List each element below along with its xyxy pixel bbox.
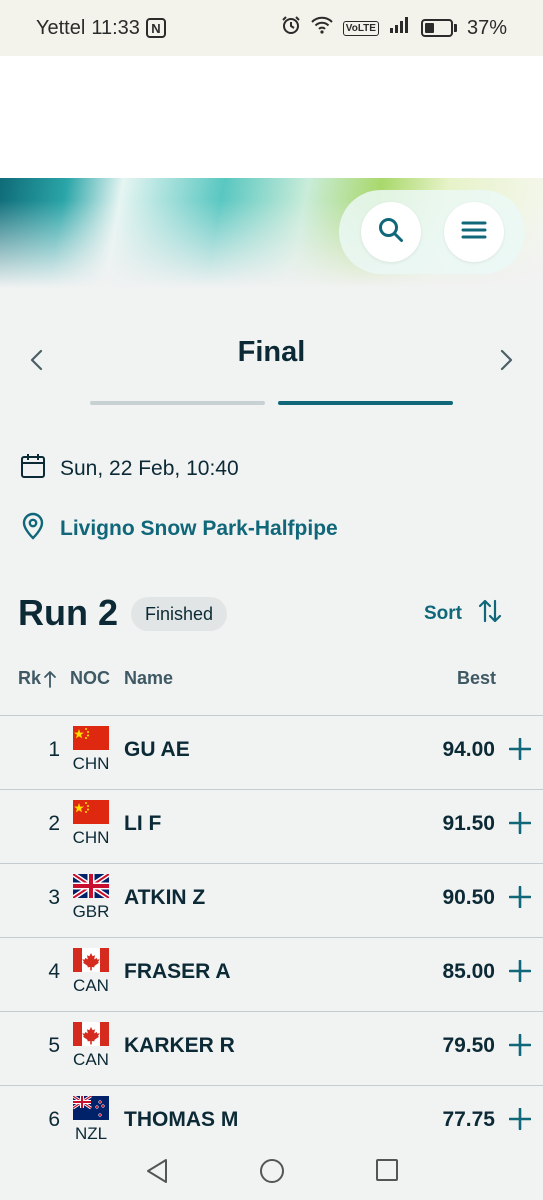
sort-arrows-icon: [478, 598, 502, 630]
rank-cell: 5: [48, 1034, 60, 1057]
battery-percent: 37%: [466, 16, 507, 39]
best-score: 85.00: [442, 960, 495, 983]
signal-icon: [389, 16, 411, 40]
rank-cell: 3: [48, 886, 60, 909]
column-header-rank-label: Rk: [18, 668, 42, 688]
location-pin-icon: [20, 512, 46, 546]
column-header-noc: NOC: [70, 668, 110, 688]
expand-plus-icon[interactable]: [508, 811, 532, 835]
best-score: 90.50: [442, 886, 495, 909]
table-row[interactable]: 3 GBR ATKIN Z 90.50: [0, 863, 543, 937]
flag-gbr-icon: [73, 874, 109, 898]
menu-button[interactable]: [443, 202, 504, 262]
rank-cell: 1: [48, 738, 60, 761]
status-left: Yettel 11:33 N: [36, 17, 166, 40]
volte-badge: VoLTE: [342, 20, 379, 36]
expand-plus-icon[interactable]: [508, 959, 532, 983]
next-stage-button[interactable]: [493, 348, 517, 372]
table-row[interactable]: 1 CHN GU AE 94.00: [0, 715, 543, 789]
column-header-best: Best: [456, 668, 496, 688]
flag-chn-icon: [73, 726, 109, 750]
sort-up-icon: [44, 670, 56, 688]
noc-cell: CHN: [72, 754, 110, 773]
column-header-rank[interactable]: Rk: [18, 668, 57, 689]
nfc-icon: N: [145, 18, 166, 38]
sort-button[interactable]: Sort: [424, 598, 502, 630]
table-row[interactable]: 5 CAN KARKER R 79.50: [0, 1011, 543, 1085]
athlete-name: THOMAS M: [124, 1108, 239, 1131]
expand-plus-icon[interactable]: [508, 885, 532, 909]
flag-can-icon: [73, 1022, 109, 1046]
event-date: Sun, 22 Feb, 10:40: [60, 457, 239, 480]
best-score: 79.50: [442, 1034, 495, 1057]
rank-cell: 6: [48, 1108, 60, 1131]
table-row[interactable]: 4 CAN FRASER A 85.00: [0, 937, 543, 1011]
event-venue-row[interactable]: Livigno Snow Park-Halfpipe: [20, 512, 338, 546]
expand-plus-icon[interactable]: [508, 1033, 532, 1057]
clock: 11:33: [91, 16, 140, 39]
back-icon[interactable]: [145, 1158, 169, 1189]
table-row[interactable]: 2 CHN LI F 91.50: [0, 789, 543, 863]
event-venue[interactable]: Livigno Snow Park-Halfpipe: [60, 517, 338, 541]
battery-icon: [420, 19, 457, 37]
expand-plus-icon[interactable]: [508, 1107, 532, 1131]
flag-nzl-icon: [73, 1096, 109, 1120]
noc-cell: CAN: [73, 1050, 109, 1069]
flag-chn-icon: [73, 800, 109, 824]
stage-indicator-1[interactable]: [90, 401, 265, 405]
results-table: 1 CHN GU AE 94.00 2 CHN LI F 91.50 3 GBR…: [0, 715, 543, 1159]
carrier-label: Yettel: [36, 16, 86, 39]
sort-label: Sort: [424, 603, 462, 624]
noc-cell: GBR: [72, 902, 110, 921]
noc-cell: CHN: [72, 828, 110, 847]
expand-plus-icon[interactable]: [508, 737, 532, 761]
athlete-name: LI F: [124, 812, 162, 835]
best-score: 77.75: [442, 1108, 495, 1131]
stage-navigator: Final: [0, 330, 543, 410]
stage-title: Final: [237, 336, 306, 368]
chevron-right-icon: [500, 349, 513, 371]
wifi-icon: [311, 16, 333, 40]
athlete-name: ATKIN Z: [124, 886, 206, 909]
noc-cell: CAN: [73, 976, 109, 995]
best-score: 91.50: [442, 812, 495, 835]
flag-can-icon: [73, 948, 109, 972]
run-title: Run 2: [18, 592, 119, 633]
athlete-name: FRASER A: [124, 960, 231, 983]
system-nav-bar: [0, 1140, 543, 1200]
home-icon[interactable]: [259, 1158, 285, 1189]
stage-indicator-2[interactable]: [278, 401, 453, 405]
best-score: 94.00: [442, 738, 495, 761]
event-date-row: Sun, 22 Feb, 10:40: [20, 453, 239, 485]
alarm-icon: [281, 15, 301, 41]
header-actions: [339, 190, 525, 274]
athlete-name: KARKER R: [124, 1034, 235, 1057]
banner-area: [0, 56, 543, 178]
rank-cell: 4: [48, 960, 60, 983]
status-right: VoLTE 37%: [281, 15, 507, 41]
status-badge: Finished: [131, 597, 228, 631]
athlete-name: GU AE: [124, 738, 190, 761]
recents-icon[interactable]: [375, 1158, 399, 1187]
rank-cell: 2: [48, 812, 60, 835]
calendar-icon: [20, 453, 46, 485]
status-bar: Yettel 11:33 N VoLTE 37%: [0, 0, 543, 56]
search-button[interactable]: [360, 202, 421, 262]
search-icon: [376, 215, 406, 250]
column-header-name: Name: [124, 668, 174, 688]
menu-icon: [459, 215, 489, 250]
